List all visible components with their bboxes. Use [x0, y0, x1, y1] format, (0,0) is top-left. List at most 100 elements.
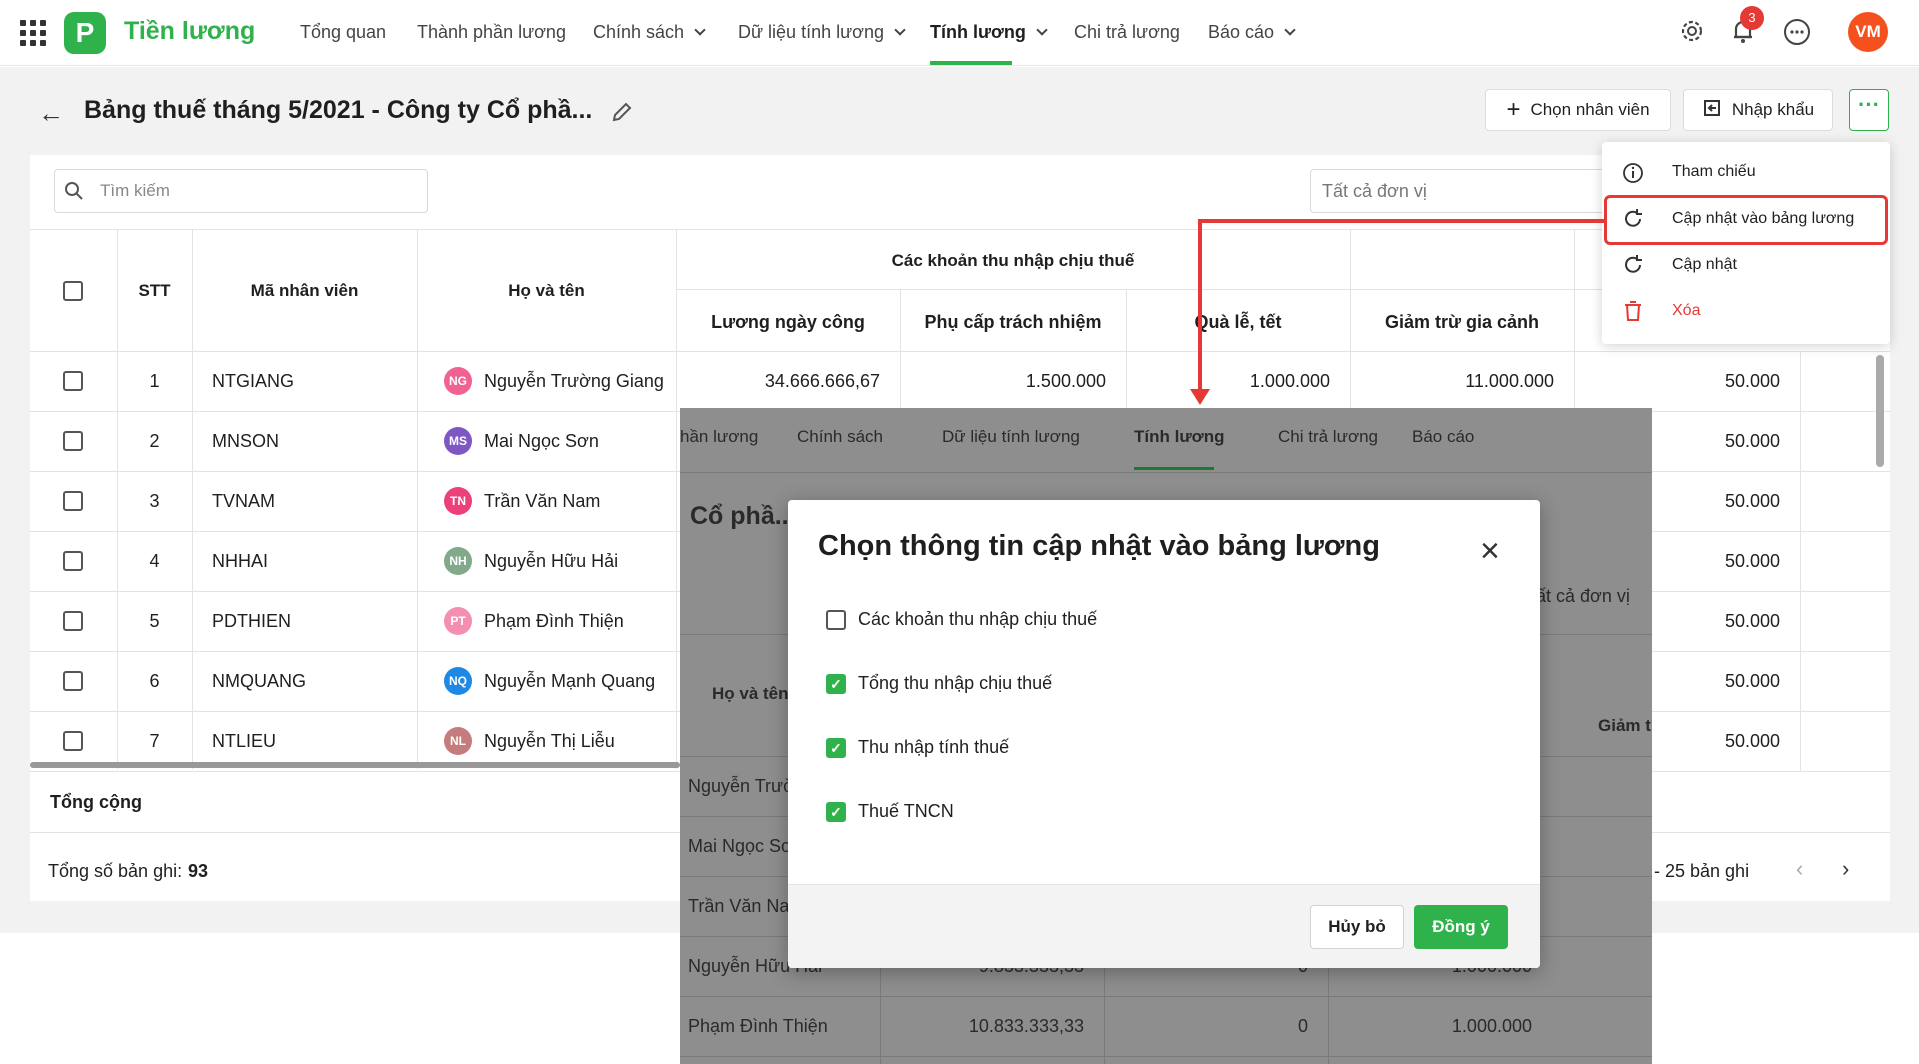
chevron-down-icon — [894, 24, 906, 36]
trash-icon — [1622, 300, 1644, 322]
option-label: Tổng thu nhập chịu thuế — [858, 673, 1053, 693]
app-name[interactable]: Tiền lương — [124, 17, 255, 46]
row-checkbox[interactable] — [63, 611, 83, 631]
option-checkbox[interactable]: ✓ — [826, 802, 846, 822]
header-bottom-border — [30, 351, 1890, 352]
employee-avatar: NQ — [444, 667, 472, 695]
plus-icon: + — [1506, 96, 1521, 123]
row-checkbox[interactable] — [63, 551, 83, 571]
cell-employee-code: NTGIANG — [212, 371, 295, 391]
cell-full-name[interactable]: Phạm Đình Thiện — [484, 611, 624, 632]
header-stt: STT — [138, 281, 171, 300]
nav-calc-salary[interactable]: Tính lương — [930, 22, 1048, 43]
vertical-scrollbar[interactable] — [1876, 355, 1884, 467]
add-employee-label: Chọn nhân viên — [1530, 100, 1650, 119]
cancel-button[interactable]: Hủy bỏ — [1310, 905, 1404, 949]
edit-pencil-icon[interactable] — [610, 100, 634, 124]
option-checkbox[interactable]: ✓ — [826, 674, 846, 694]
cell-stt: 5 — [149, 611, 160, 631]
menu-item-delete[interactable]: Xóa — [1672, 302, 1700, 320]
import-icon — [1702, 98, 1722, 123]
cell-holiday-gift: 1.000.000 — [1249, 371, 1330, 391]
row-checkbox[interactable] — [63, 671, 83, 691]
col-divider — [1800, 351, 1801, 771]
prev-page-icon[interactable]: ‹ — [1796, 856, 1803, 882]
active-tab-indicator — [930, 61, 1012, 65]
nav-reports[interactable]: Báo cáo — [1208, 22, 1296, 43]
header-family-deduction: Giảm trừ gia cảnh — [1384, 312, 1540, 332]
inset-header-name: Họ và tên — [712, 684, 789, 703]
app-logo[interactable]: P — [64, 12, 106, 54]
cell-full-name[interactable]: Trần Văn Nam — [484, 491, 600, 512]
settings-gear-icon[interactable] — [1678, 17, 1706, 45]
nav-overview[interactable]: Tổng quan — [300, 22, 386, 43]
nav-policy[interactable]: Chính sách — [593, 22, 706, 43]
dialog-title: Chọn thông tin cập nhật vào bảng lương — [818, 530, 1380, 562]
total-label: Tổng cộng — [50, 792, 142, 812]
cell-full-name[interactable]: Nguyễn Thị Liễu — [484, 731, 615, 752]
user-avatar[interactable]: VM — [1848, 12, 1888, 52]
cell-full-name[interactable]: Mai Ngọc Sơn — [484, 431, 599, 452]
confirm-button[interactable]: Đồng ý — [1414, 905, 1508, 949]
page-title: Bảng thuế tháng 5/2021 - Công ty Cổ phầ.… — [84, 96, 593, 124]
cell-employee-code: NHHAI — [212, 551, 269, 571]
select-all-checkbox[interactable] — [63, 281, 83, 301]
page-size-label[interactable]: - 25 bản ghi — [1654, 861, 1749, 882]
inset-nav-item: Chi trả lương — [1278, 427, 1379, 446]
unit-filter-placeholder: Tất cả đơn vị — [1322, 181, 1427, 201]
cell-stt: 4 — [149, 551, 160, 571]
highlight-annotation — [1604, 195, 1888, 245]
inset-row-name: Phạm Đình Thiện — [688, 1016, 828, 1036]
employee-avatar: PT — [444, 607, 472, 635]
add-employee-button[interactable]: + Chọn nhân viên — [1485, 89, 1671, 131]
inset-header-deduction: Giảm t — [1598, 716, 1651, 735]
nav-salary-components[interactable]: Thành phần lương — [417, 22, 566, 43]
inset-divider — [680, 472, 1652, 473]
header-holiday-gift: Quà lễ, tết — [1194, 312, 1282, 332]
col-divider — [417, 229, 418, 769]
cell-stt: 7 — [149, 731, 160, 751]
employee-avatar: NG — [444, 367, 472, 395]
nav-label: Chính sách — [593, 22, 685, 42]
header-daily-wage: Lương ngày công — [711, 312, 865, 332]
employee-avatar: NH — [444, 547, 472, 575]
import-button[interactable]: Nhập khẩu — [1683, 89, 1833, 131]
inset-nav-item: Chính sách — [797, 427, 883, 446]
row-checkbox[interactable] — [63, 491, 83, 511]
cell-full-name[interactable]: Nguyễn Mạnh Quang — [484, 671, 655, 692]
employee-avatar: MS — [444, 427, 472, 455]
annotation-arrowhead — [1190, 389, 1210, 405]
cell-stt: 1 — [149, 371, 160, 391]
apps-grid-icon[interactable] — [20, 20, 46, 46]
close-icon[interactable]: × — [1480, 532, 1500, 571]
cell-stt: 2 — [149, 431, 160, 451]
more-actions-button[interactable]: ··· — [1849, 89, 1889, 131]
back-arrow-icon[interactable]: ← — [38, 98, 64, 129]
cell-full-name[interactable]: Nguyễn Trường Giang — [484, 371, 664, 392]
cell-daily-wage: 34.666.666,67 — [764, 371, 880, 391]
inset-nav-item: Dữ liệu tính lương — [942, 427, 1080, 446]
cell-full-name[interactable]: Nguyễn Hữu Hải — [484, 551, 618, 572]
search-placeholder: Tìm kiếm — [100, 181, 170, 200]
header-full-name: Họ và tên — [508, 281, 585, 300]
row-checkbox[interactable] — [63, 371, 83, 391]
record-count-label: Tổng số bản ghi: — [48, 861, 183, 881]
nav-salary-payment[interactable]: Chi trả lương — [1074, 22, 1180, 43]
row-checkbox[interactable] — [63, 431, 83, 451]
horizontal-scrollbar[interactable] — [30, 762, 680, 768]
nav-label: Chi trả lương — [1074, 22, 1180, 42]
inset-row-name: Mai Ngọc Sơ — [688, 836, 793, 856]
menu-item-update[interactable]: Cập nhật — [1672, 256, 1737, 274]
menu-item-reference[interactable]: Tham chiếu — [1672, 163, 1756, 181]
col-divider — [1574, 229, 1575, 409]
next-page-icon[interactable]: › — [1842, 856, 1849, 882]
more-options-circle-icon[interactable] — [1784, 19, 1810, 45]
header-responsibility-allowance: Phụ cấp trách nhiệm — [924, 312, 1102, 332]
inset-row-name: Trần Văn Na — [688, 896, 790, 916]
row-checkbox[interactable] — [63, 731, 83, 751]
option-checkbox[interactable]: ✓ — [826, 738, 846, 758]
refresh-icon — [1622, 254, 1644, 276]
nav-payroll-data[interactable]: Dữ liệu tính lương — [738, 22, 906, 43]
employee-avatar: TN — [444, 487, 472, 515]
option-checkbox[interactable] — [826, 610, 846, 630]
